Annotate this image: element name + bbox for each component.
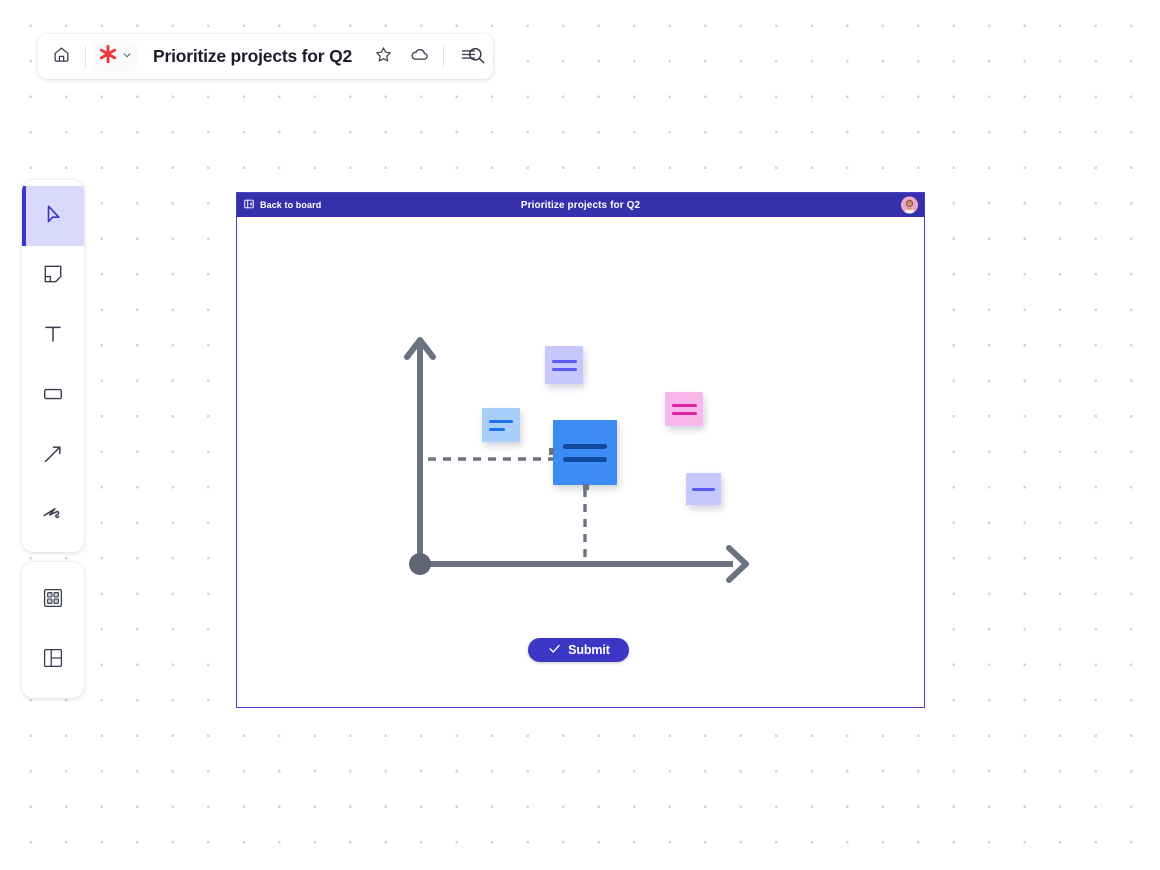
star-icon (374, 45, 393, 69)
sidebar-item-select[interactable] (22, 186, 84, 246)
sidebar-item-templates[interactable] (22, 630, 84, 690)
frame-title: Prioritize projects for Q2 (237, 200, 924, 211)
resize-handle-bottom[interactable] (583, 484, 589, 490)
board-frame: Back to board Prioritize projects for Q2 (236, 192, 925, 708)
note-line (489, 420, 513, 423)
sidebar-item-arrow[interactable] (22, 426, 84, 486)
checkmark-icon (547, 641, 562, 659)
note-line (489, 428, 505, 431)
back-to-board-icon (243, 198, 255, 212)
sticky-note-blue-large[interactable] (553, 420, 617, 485)
note-line (552, 360, 577, 363)
note-line (563, 444, 607, 449)
divider-2 (443, 46, 444, 68)
sidebar-item-apps[interactable] (22, 570, 84, 630)
submit-label: Submit (568, 643, 610, 657)
rectangle-icon (41, 382, 65, 411)
cursor-icon (41, 202, 65, 231)
back-to-board-button[interactable]: Back to board (243, 198, 321, 212)
note-line (692, 488, 715, 491)
sidebar-item-pen[interactable] (22, 486, 84, 546)
note-line (552, 368, 577, 371)
workspace-logo-button[interactable] (93, 41, 137, 72)
sticky-note-lavender-top[interactable] (545, 346, 583, 384)
back-to-board-label: Back to board (260, 200, 321, 210)
sidebar-item-shape[interactable] (22, 366, 84, 426)
document-title[interactable]: Prioritize projects for Q2 (139, 46, 364, 67)
text-t-icon (41, 322, 65, 351)
search-icon (466, 45, 487, 71)
divider-1 (85, 46, 86, 68)
sticky-note-pink[interactable] (665, 392, 703, 426)
sticky-note-lavender-small[interactable] (686, 473, 721, 505)
scribble-pen-icon (40, 501, 66, 532)
layout-template-icon (41, 646, 65, 675)
grid-apps-icon (41, 586, 65, 615)
home-icon (52, 45, 71, 69)
note-line (672, 412, 697, 415)
note-line (672, 404, 697, 407)
secondary-tools-panel (22, 562, 84, 698)
user-avatar[interactable] (901, 197, 918, 214)
top-toolbar: Prioritize projects for Q2 (38, 34, 493, 79)
sticky-note-light-blue[interactable] (482, 408, 520, 442)
tools-panel (22, 180, 84, 552)
sidebar-item-sticky-note[interactable] (22, 246, 84, 306)
frame-canvas[interactable]: Submit (237, 217, 924, 707)
arrow-icon (41, 442, 65, 471)
home-button[interactable] (44, 40, 78, 74)
sticky-note-icon (41, 262, 65, 291)
avatar-image (901, 197, 918, 214)
chevron-down-icon (121, 48, 133, 66)
cloud-icon (409, 44, 430, 70)
origin-dot (409, 553, 431, 575)
note-line (563, 457, 607, 462)
cloud-sync-button[interactable] (402, 40, 436, 74)
search-button[interactable] (460, 42, 492, 74)
asterisk-logo-icon (97, 43, 119, 70)
favorite-button[interactable] (366, 40, 400, 74)
submit-button[interactable]: Submit (528, 638, 629, 662)
frame-header: Back to board Prioritize projects for Q2 (237, 193, 924, 217)
sidebar-item-text[interactable] (22, 306, 84, 366)
resize-handle-left[interactable] (549, 448, 554, 455)
